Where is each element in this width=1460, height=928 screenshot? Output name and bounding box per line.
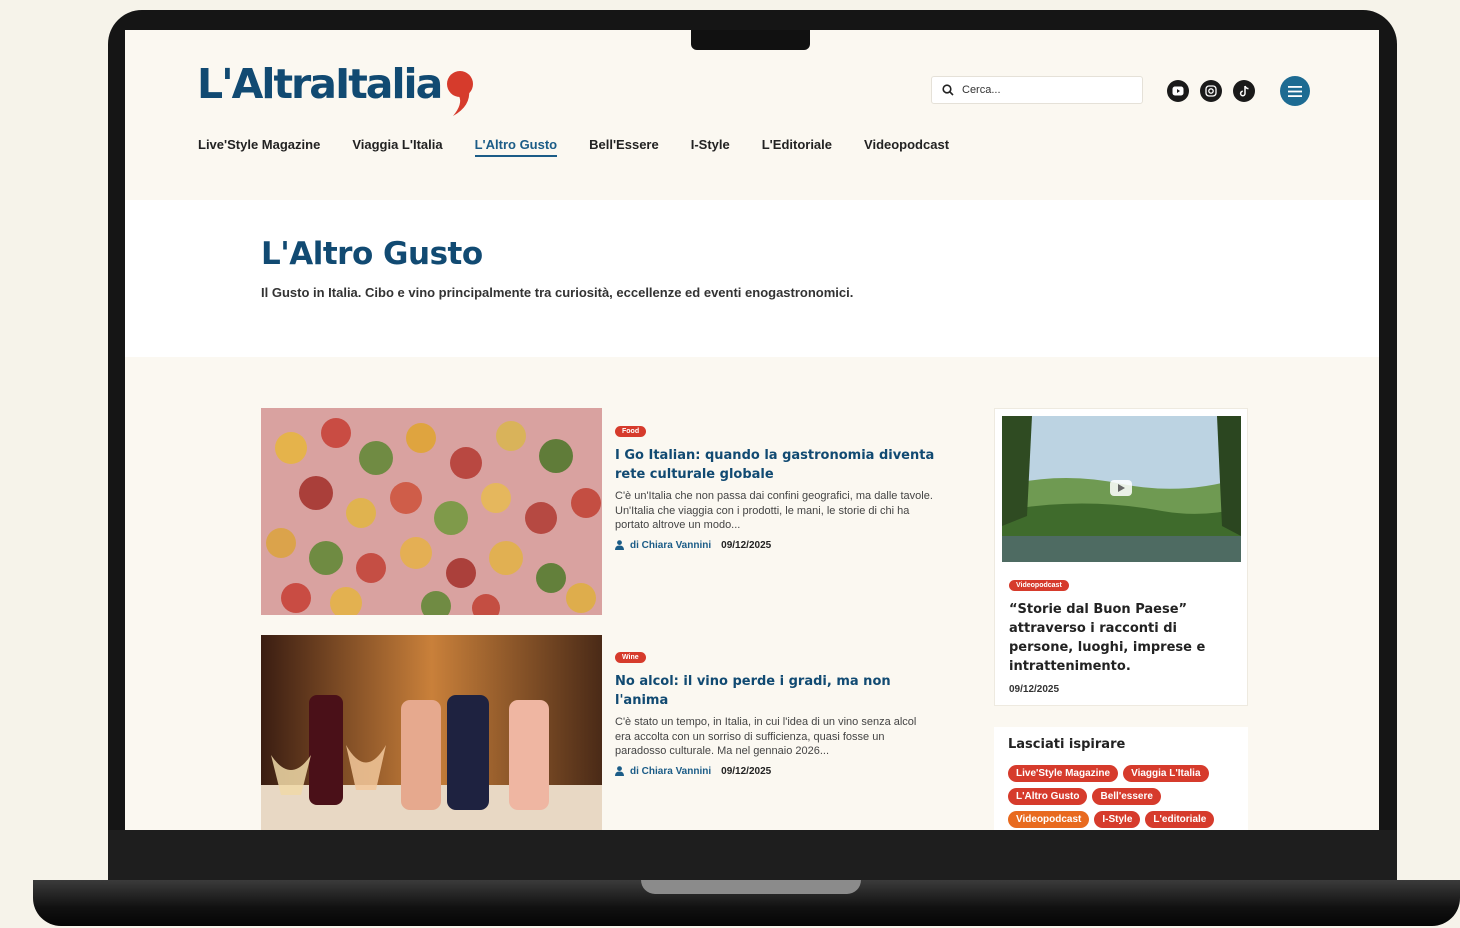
article-title[interactable]: No alcol: il vino perde i gradi, ma non … <box>615 672 935 710</box>
videopodcast-card[interactable]: Videopodcast “Storie dal Buon Paese” att… <box>994 408 1248 706</box>
tag-viaggia-litalia[interactable]: Viaggia L'Italia <box>1123 765 1209 782</box>
article-card[interactable]: Food I Go Italian: quando la gastronomia… <box>615 420 935 551</box>
search-input[interactable]: Cerca... <box>931 76 1143 104</box>
logo-comma-icon <box>447 71 473 116</box>
laptop-bezel-bottom <box>108 830 1397 882</box>
tag-laltro-gusto[interactable]: L'Altro Gusto <box>1008 788 1088 805</box>
article-excerpt: C'è un'Italia che non passa dai confini … <box>615 490 933 531</box>
article-date: 09/12/2025 <box>721 765 772 777</box>
tag-i-style[interactable]: I-Style <box>1094 811 1141 828</box>
tag-list: Live'Style Magazine Viaggia L'Italia L'A… <box>1008 765 1244 828</box>
tag-videopodcast[interactable]: Videopodcast <box>1008 811 1090 828</box>
article-image-wine[interactable] <box>261 635 602 830</box>
category-hero: L'Altro Gusto Il Gusto in Italia. Cibo e… <box>125 200 1379 357</box>
nav-item-bellessere[interactable]: Bell'Essere <box>589 137 659 157</box>
user-icon <box>615 766 624 776</box>
nav-item-i-style[interactable]: I-Style <box>691 137 730 157</box>
article-date: 09/12/2025 <box>721 539 772 551</box>
article-excerpt: C'è stato un tempo, in Italia, in cui l'… <box>615 716 917 757</box>
tiktok-icon[interactable] <box>1233 80 1255 102</box>
category-badge[interactable]: Videopodcast <box>1009 580 1069 591</box>
article-author[interactable]: di Chiara Vannini <box>630 766 711 777</box>
browser-screen: L'AltraItalia Cerca... Live'Style Magazi… <box>125 30 1379 830</box>
search-placeholder: Cerca... <box>962 84 1001 96</box>
category-badge[interactable]: Wine <box>615 652 646 663</box>
main-nav: Live'Style Magazine Viaggia L'Italia L'A… <box>198 137 949 157</box>
hamburger-menu-icon[interactable] <box>1280 76 1310 106</box>
article-card[interactable]: Wine No alcol: il vino perde i gradi, ma… <box>615 646 935 777</box>
tag-leditoriale[interactable]: L'editoriale <box>1145 811 1215 828</box>
camera-notch <box>691 30 810 50</box>
tag-livestyle-magazine[interactable]: Live'Style Magazine <box>1008 765 1119 782</box>
article-meta: di Chiara Vannini 09/12/2025 <box>615 540 935 551</box>
nav-item-viaggia-litalia[interactable]: Viaggia L'Italia <box>352 137 442 157</box>
nav-item-livestyle-magazine[interactable]: Live'Style Magazine <box>198 137 320 157</box>
tag-bellessere[interactable]: Bell'essere <box>1092 788 1161 805</box>
article-author[interactable]: di Chiara Vannini <box>630 540 711 551</box>
laptop-opening-groove <box>641 880 861 894</box>
youtube-icon[interactable] <box>1167 80 1189 102</box>
inspire-widget: Lasciati ispirare Live'Style Magazine Vi… <box>994 727 1248 830</box>
nav-item-leditoriale[interactable]: L'Editoriale <box>762 137 832 157</box>
video-card-body: Videopodcast “Storie dal Buon Paese” att… <box>1009 574 1235 695</box>
article-image-pasta[interactable] <box>261 408 602 615</box>
user-icon <box>615 540 624 550</box>
search-icon <box>942 84 954 96</box>
article-title[interactable]: I Go Italian: quando la gastronomia dive… <box>615 446 935 484</box>
video-title[interactable]: “Storie dal Buon Paese” attraverso i rac… <box>1009 600 1235 676</box>
site-logo[interactable]: L'AltraItalia <box>197 60 443 108</box>
nav-item-videopodcast[interactable]: Videopodcast <box>864 137 949 157</box>
inspire-title: Lasciati ispirare <box>1008 737 1126 752</box>
category-badge[interactable]: Food <box>615 426 647 437</box>
instagram-icon[interactable] <box>1200 80 1222 102</box>
article-meta: di Chiara Vannini 09/12/2025 <box>615 766 935 777</box>
video-date: 09/12/2025 <box>1009 684 1060 695</box>
page-title: L'Altro Gusto <box>261 236 483 272</box>
page-subtitle: Il Gusto in Italia. Cibo e vino principa… <box>261 285 854 300</box>
nav-item-laltro-gusto[interactable]: L'Altro Gusto <box>474 137 558 157</box>
video-thumbnail[interactable] <box>1002 416 1241 562</box>
laptop-mockup: L'AltraItalia Cerca... Live'Style Magazi… <box>0 0 1460 928</box>
